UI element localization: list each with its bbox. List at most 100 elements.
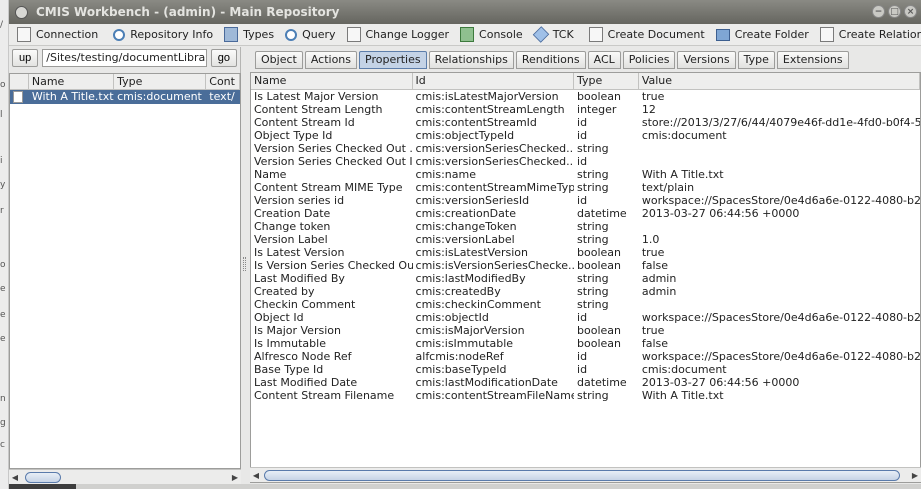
- types-button[interactable]: Types: [218, 25, 279, 45]
- tab-policies[interactable]: Policies: [622, 51, 676, 69]
- table-row[interactable]: Is Latest Version cmis:isLatestVersion boo…: [251, 246, 920, 259]
- change-logger-button[interactable]: Change Logger: [341, 25, 455, 45]
- scroll-right-icon[interactable]: ▶: [909, 471, 921, 480]
- property-name: Last Modified Date: [254, 376, 358, 389]
- property-name: Last Modified By: [254, 272, 345, 285]
- pane-splitter[interactable]: [241, 47, 249, 484]
- tab-object[interactable]: Object: [255, 51, 303, 69]
- column-header-type[interactable]: Type: [574, 73, 639, 89]
- connection-button[interactable]: Connection: [11, 25, 103, 45]
- tab-properties[interactable]: Properties: [359, 51, 427, 69]
- property-type: string: [577, 181, 609, 194]
- property-type: id: [577, 363, 588, 376]
- property-id: cmis:createdBy: [415, 285, 501, 298]
- property-type: id: [577, 129, 588, 142]
- repository-info-button[interactable]: Repository Info: [107, 25, 218, 45]
- table-row[interactable]: Last Modified Date cmis:lastModificationD…: [251, 376, 920, 389]
- table-row[interactable]: Checkin Comment cmis:checkinComment string: [251, 298, 920, 311]
- tab-renditions[interactable]: Renditions: [515, 51, 586, 69]
- table-row[interactable]: Version Series Checked Out Id cmis:versio…: [251, 155, 920, 168]
- table-row[interactable]: With A Title.txt cmis:document text/: [10, 90, 240, 104]
- create-relationship-label: Create Relationship: [838, 28, 921, 41]
- close-icon[interactable]: ×: [904, 5, 917, 18]
- up-button[interactable]: up: [12, 49, 39, 67]
- table-row[interactable]: Is Version Series Checked Out cmis:isVers…: [251, 259, 920, 272]
- scroll-thumb[interactable]: [25, 471, 61, 483]
- scroll-left-icon[interactable]: ◀: [9, 473, 21, 482]
- title-bar[interactable]: CMIS Workbench - (admin) - Main Reposito…: [9, 0, 921, 24]
- column-header-content[interactable]: Cont: [206, 74, 240, 89]
- column-header-value[interactable]: Value: [639, 73, 920, 89]
- table-row[interactable]: Content Stream Filename cmis:contentStrea…: [251, 389, 920, 402]
- property-id: cmis:isMajorVersion: [415, 324, 525, 337]
- table-row[interactable]: Version series id cmis:versionSeriesId id w…: [251, 194, 920, 207]
- property-value: [639, 155, 920, 168]
- table-row[interactable]: Object Type Id cmis:objectTypeId id cmis:do…: [251, 129, 920, 142]
- tab-versions[interactable]: Versions: [677, 51, 736, 69]
- tck-button[interactable]: TCK: [528, 25, 579, 45]
- property-name: Alfresco Node Ref: [254, 350, 352, 363]
- icon-column-header[interactable]: [10, 74, 29, 89]
- table-row[interactable]: Version Label cmis:versionLabel string 1.0: [251, 233, 920, 246]
- query-label: Query: [302, 28, 336, 41]
- table-row[interactable]: Is Immutable cmis:isImmutable boolean false: [251, 337, 920, 350]
- tck-icon: [532, 26, 549, 43]
- table-row[interactable]: Change token cmis:changeToken string: [251, 220, 920, 233]
- column-header-name[interactable]: Name: [251, 73, 413, 89]
- tab-actions[interactable]: Actions: [304, 51, 358, 69]
- table-row[interactable]: Content Stream MIME Type cmis:contentStre…: [251, 181, 920, 194]
- property-type: string: [577, 233, 609, 246]
- table-row[interactable]: Object Id cmis:objectId id workspace://Spac…: [251, 311, 920, 324]
- property-value: true: [641, 90, 665, 103]
- property-value: admin: [641, 285, 677, 298]
- console-button[interactable]: Console: [454, 25, 528, 45]
- tab-relationships[interactable]: Relationships: [428, 51, 514, 69]
- property-value: cmis:document: [641, 129, 727, 142]
- table-row[interactable]: Version Series Checked Out ... cmis:versi…: [251, 142, 920, 155]
- table-row[interactable]: Content Stream Length cmis:contentStreamL…: [251, 103, 920, 116]
- tab-acl[interactable]: ACL: [587, 51, 621, 69]
- table-row[interactable]: Alfresco Node Ref alfcmis:nodeRef id worksp…: [251, 350, 920, 363]
- property-name: Name: [254, 168, 287, 181]
- query-button[interactable]: Query: [279, 25, 340, 45]
- maximize-icon[interactable]: □: [888, 5, 901, 18]
- property-id: cmis:isLatestMajorVersion: [415, 90, 559, 103]
- property-value: admin: [641, 272, 677, 285]
- create-document-button[interactable]: Create Document: [583, 25, 710, 45]
- table-row[interactable]: Base Type Id cmis:baseTypeId id cmis:docume…: [251, 363, 920, 376]
- create-folder-button[interactable]: Create Folder: [710, 25, 814, 45]
- main-window: CMIS Workbench - (admin) - Main Reposito…: [9, 0, 921, 489]
- connection-label: Connection: [36, 28, 99, 41]
- tab-type[interactable]: Type: [737, 51, 775, 69]
- column-header-type[interactable]: Type: [114, 74, 207, 89]
- left-horizontal-scrollbar[interactable]: ◀ ▶: [9, 469, 241, 484]
- table-row[interactable]: Is Latest Major Version cmis:isLatestMajo…: [251, 90, 920, 103]
- column-header-name[interactable]: Name: [29, 74, 115, 89]
- scroll-left-icon[interactable]: ◀: [250, 471, 262, 480]
- repository-info-icon: [113, 28, 126, 41]
- property-id: cmis:versionSeriesId: [415, 194, 530, 207]
- table-row[interactable]: Content Stream Id cmis:contentStreamId id s…: [251, 116, 920, 129]
- table-row[interactable]: Name cmis:name string With A Title.txt: [251, 168, 920, 181]
- tab-extensions[interactable]: Extensions: [776, 51, 849, 69]
- scroll-right-icon[interactable]: ▶: [229, 473, 241, 482]
- right-horizontal-scrollbar[interactable]: ◀ ▶: [250, 467, 921, 482]
- property-id: cmis:isVersionSeriesChecke...: [415, 259, 575, 272]
- table-row[interactable]: Creation Date cmis:creationDate datetime 20…: [251, 207, 920, 220]
- go-button[interactable]: go: [210, 49, 237, 67]
- column-header-id[interactable]: Id: [413, 73, 575, 89]
- scroll-thumb[interactable]: [264, 469, 900, 481]
- property-value: false: [641, 337, 669, 350]
- folder-contents-table: Name Type Cont With A Title.txt cmis:doc…: [9, 73, 241, 469]
- query-icon: [285, 28, 298, 41]
- minimize-icon[interactable]: −: [872, 5, 885, 18]
- table-row[interactable]: Is Major Version cmis:isMajorVersion boole…: [251, 324, 920, 337]
- table-row[interactable]: Created by cmis:createdBy string admin: [251, 285, 920, 298]
- property-value: With A Title.txt: [641, 389, 724, 402]
- property-value: workspace://SpacesStore/0e4d6a6e-0122-40…: [641, 350, 920, 363]
- table-row[interactable]: Last Modified By cmis:lastModifiedBy strin…: [251, 272, 920, 285]
- create-relationship-button[interactable]: Create Relationship: [814, 25, 921, 45]
- property-value: [639, 220, 920, 233]
- path-input[interactable]: /Sites/testing/documentLibrary: [42, 49, 207, 67]
- property-id: cmis:objectTypeId: [415, 129, 515, 142]
